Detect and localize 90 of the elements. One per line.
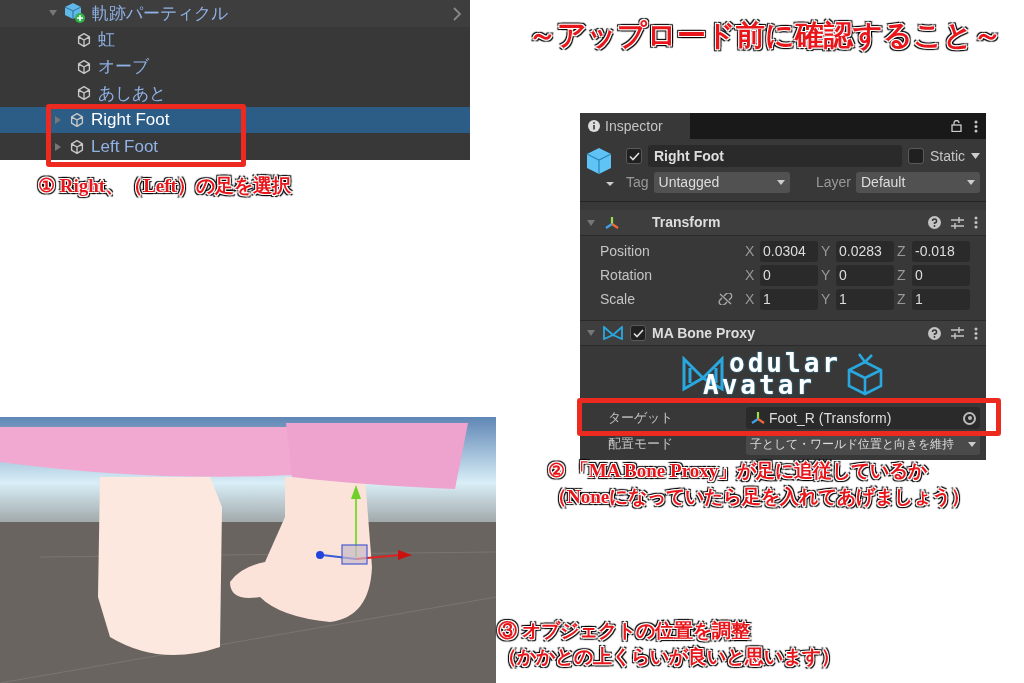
more-icon[interactable] [974,326,978,340]
cube-icon [75,31,93,49]
info-icon [588,120,600,132]
cube-icon [68,111,86,129]
object-field[interactable]: Foot_R (Transform) [746,407,980,429]
help-icon[interactable] [928,216,941,229]
hierarchy-item[interactable]: 軌跡パーティクル [0,0,470,27]
checkbox[interactable] [630,325,646,341]
axis-label: Z [897,265,907,285]
hierarchy-item[interactable]: 虹 [0,26,470,54]
property-label: 配置モード [608,435,674,454]
step-caption: （かかとの上くらいが良いと思います） [498,645,840,669]
axis-label: Y [821,265,832,285]
logo-text: odular [729,352,841,374]
component-header[interactable]: Transform [580,210,986,236]
foldout-arrow-icon[interactable] [586,217,596,228]
static-label: Static [930,146,965,166]
tag-label: Tag [626,173,649,192]
help-icon[interactable] [928,326,941,340]
foldout-arrow-icon[interactable] [586,328,596,338]
number-field[interactable]: 0.0283 [836,240,894,262]
number-field[interactable]: 0.0304 [760,240,818,262]
sliders-icon[interactable] [951,327,964,339]
broken-link-icon[interactable] [718,293,733,305]
object-name-field[interactable]: Right Foot [648,145,902,167]
step-caption: ② 「MA Bone Proxy」が足に追従しているか [548,459,929,483]
component-title: MA Bone Proxy [652,323,755,343]
step-caption: （Noneになっていたら足を入れてあげましょう） [548,485,971,509]
step-caption: ③ オブジェクトの位置を調整 [498,619,751,643]
hierarchy-item-label: オーブ [98,55,149,78]
lock-icon[interactable] [951,120,962,132]
page-title: ～アップロード前に確認すること～ [528,18,1002,53]
property-label: Rotation [600,265,654,285]
hierarchy-item-label: 軌跡パーティクル [92,2,228,25]
number-field[interactable]: 0 [836,264,894,286]
caret-icon [967,180,975,185]
transform-axes-icon [750,410,766,426]
checkmark-icon [632,328,644,338]
component-title: Transform [652,213,721,232]
layer-dropdown[interactable]: Default [856,172,980,193]
layer-label: Layer [815,173,851,192]
cube-icon [75,84,93,103]
hierarchy-item-label: 虹 [98,29,115,52]
hierarchy-item[interactable]: Left Foot [0,133,470,161]
number-field[interactable]: 0 [912,264,970,286]
inspector-tab[interactable]: Inspector [580,113,690,139]
axis-label: Z [897,289,907,309]
axis-label: Y [821,241,832,261]
object-field-value: Foot_R (Transform) [769,408,892,428]
hierarchy-item-label: Right Foot [91,109,170,132]
number-field[interactable]: 1 [760,288,818,310]
more-icon[interactable] [974,216,978,229]
axis-label: X [745,289,756,309]
target-picker-icon[interactable] [963,411,976,425]
hierarchy-item[interactable]: あしあと [0,80,470,107]
axis-label: Z [897,241,907,261]
checkbox[interactable] [626,148,642,164]
logo-text: Avatar [703,374,815,396]
axis-label: X [745,241,756,261]
hierarchy-item-label: あしあと [98,82,166,105]
transform-axes-icon [604,214,620,231]
foldout-arrow-icon[interactable] [53,141,63,152]
axis-label: X [745,265,756,285]
chevron-right-icon[interactable] [453,7,462,21]
caret-icon [968,441,976,447]
component-header[interactable]: MA Bone Proxy [580,320,986,346]
cube-icon [75,57,93,76]
property-label: Scale [600,289,637,309]
dropdown-arrow-icon[interactable] [971,153,980,159]
cube-icon [68,137,86,156]
checkbox[interactable] [908,148,924,164]
axis-label: Y [821,289,832,309]
checkmark-icon [628,151,640,161]
hierarchy-item[interactable]: オーブ [0,53,470,80]
hierarchy-item[interactable]: Right Foot [0,106,470,134]
number-field[interactable]: 1 [836,288,894,310]
property-label: Position [600,241,651,261]
more-icon[interactable] [974,119,978,133]
butterfly-icon [602,326,624,340]
sliders-icon[interactable] [951,216,964,229]
tag-dropdown[interactable]: Untagged [653,172,790,193]
step-caption: ① Right、（Left）の足を選択 [38,174,291,198]
number-field[interactable]: 1 [912,288,970,310]
tab-label: Inspector [605,116,663,136]
property-label: ターゲット [608,409,674,428]
caret-icon [776,180,785,185]
number-field[interactable]: 0 [760,264,818,286]
number-field[interactable]: -0.018 [912,240,970,262]
hierarchy-item-label: Left Foot [91,135,159,158]
prefab-cube-icon [63,2,87,25]
